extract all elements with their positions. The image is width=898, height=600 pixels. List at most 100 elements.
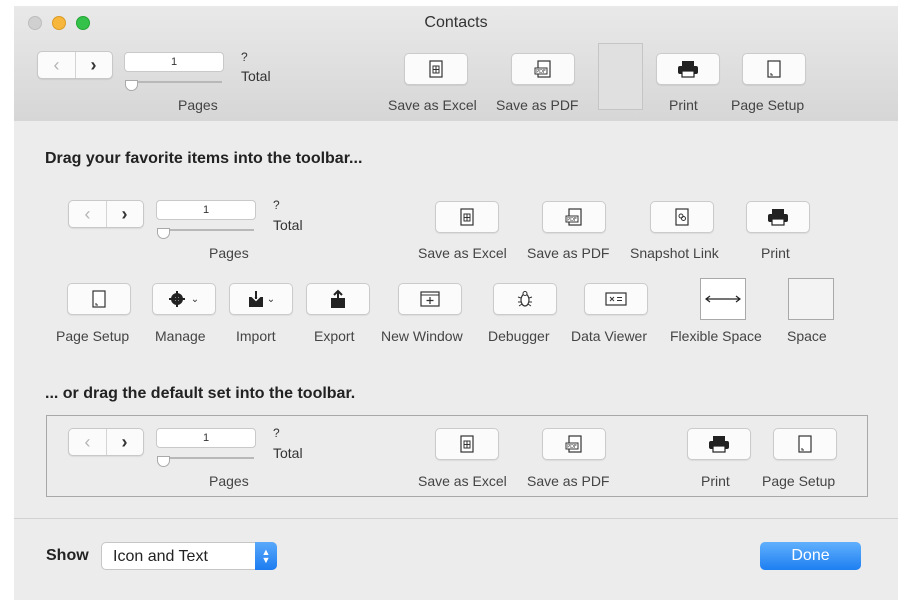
excel-document-icon [460,208,474,226]
palette-heading: Drag your favorite items into the toolba… [45,150,363,167]
next-page-button[interactable]: › [75,52,112,78]
pdf-document-icon: PDF [565,435,582,453]
chevron-down-icon: ⌄ [266,293,276,305]
palette-debugger-label: Debugger [488,328,550,344]
palette-pages-label: Pages [209,245,249,261]
page-setup-icon [798,435,812,453]
palette-print[interactable] [746,201,810,233]
data-viewer-icon [605,292,627,306]
chevron-right-icon: › [121,431,128,452]
svg-text:PDF: PDF [567,444,577,450]
print-button[interactable] [656,53,720,85]
default-page-field[interactable]: 1 [156,428,256,448]
pages-label: Pages [178,97,218,113]
default-slider-track[interactable] [158,457,254,459]
page-number-field[interactable]: 1 [124,52,224,72]
pdf-document-icon: PDF [565,208,582,226]
default-page-setup[interactable] [773,428,837,460]
palette-manage-label: Manage [155,328,206,344]
gear-icon [168,291,185,307]
palette-flexible-space[interactable] [700,278,746,320]
palette-save-as-pdf-label: Save as PDF [527,245,610,261]
select-stepper-icon[interactable]: ▲ ▼ [255,542,277,570]
default-save-as-excel[interactable] [435,428,499,460]
chevron-left-icon: ‹ [84,431,91,452]
new-window-icon [420,291,440,307]
previous-page-button[interactable]: ‹ [38,52,76,78]
palette-new-window[interactable] [398,283,462,315]
customize-sheet [14,121,898,600]
palette-total-label: Total [273,217,303,233]
palette-page-field[interactable]: 1 [156,200,256,220]
palette-next-button[interactable]: › [106,201,143,227]
window-title: Contacts [424,14,488,31]
save-as-pdf-button[interactable]: PDF [511,53,575,85]
palette-data-viewer[interactable] [584,283,648,315]
chevron-left-icon: ‹ [53,54,60,75]
excel-document-icon [429,60,443,78]
palette-snapshot-link[interactable] [650,201,714,233]
default-total-label: Total [273,445,303,461]
page-count: ? [241,50,248,64]
palette-data-viewer-label: Data Viewer [571,328,648,344]
chevron-right-icon: › [121,203,128,224]
default-save-as-pdf[interactable]: PDF [542,428,606,460]
default-set-heading: ... or drag the default set into the too… [45,385,356,402]
save-as-excel-label: Save as Excel [388,97,477,113]
palette-import-label: Import [236,328,276,344]
default-save-as-pdf-label: Save as PDF [527,473,610,489]
done-button[interactable]: Done [760,542,861,570]
default-page-count: ? [273,426,280,440]
total-label: Total [241,68,271,84]
palette-manage[interactable]: ⌄ [152,283,216,315]
page-setup-icon [92,290,106,308]
excel-document-icon [460,435,474,453]
page-slider-track[interactable] [126,81,222,83]
default-page-nav[interactable]: ‹ › [68,428,144,456]
pdf-document-icon: PDF [534,60,551,78]
printer-icon [678,61,698,78]
palette-import[interactable]: ⌄ [229,283,293,315]
palette-save-as-pdf[interactable]: PDF [542,201,606,233]
default-page-setup-label: Page Setup [762,473,836,489]
printer-icon [709,436,729,453]
printer-icon [768,209,788,226]
save-as-excel-button[interactable] [404,53,468,85]
import-icon [248,291,263,307]
page-setup-button[interactable] [742,53,806,85]
save-as-pdf-label: Save as PDF [496,97,579,113]
palette-slider-track[interactable] [158,229,254,231]
show-label: Show [46,547,89,564]
default-print[interactable] [687,428,751,460]
palette-save-as-excel[interactable] [435,201,499,233]
palette-export-label: Export [314,328,355,344]
page-setup-label: Page Setup [731,97,805,113]
palette-page-nav[interactable]: ‹ › [68,200,144,228]
palette-debugger[interactable] [493,283,557,315]
svg-text:PDF: PDF [536,69,546,75]
default-next-button[interactable]: › [106,429,143,455]
palette-print-label: Print [761,245,790,261]
palette-snapshot-link-label: Snapshot Link [630,245,719,261]
palette-space[interactable] [788,278,834,320]
default-previous-button[interactable]: ‹ [69,429,107,455]
palette-save-as-excel-label: Save as Excel [418,245,507,261]
default-print-label: Print [701,473,730,489]
palette-flexible-space-label: Flexible Space [670,328,762,344]
bug-icon [517,291,533,307]
export-icon [331,289,345,308]
palette-previous-button[interactable]: ‹ [69,201,107,227]
palette-page-setup-label: Page Setup [56,328,130,344]
toolbar-space[interactable] [598,43,643,110]
chevron-left-icon: ‹ [84,203,91,224]
chevron-down-icon: ⌄ [190,293,200,305]
show-select[interactable]: Icon and Text ▲ ▼ [101,542,277,570]
palette-new-window-label: New Window [381,328,463,344]
palette-page-setup[interactable] [67,283,131,315]
snapshot-link-icon [675,208,689,226]
page-nav-control[interactable]: ‹ › [37,51,113,79]
print-label: Print [669,97,698,113]
palette-page-count: ? [273,198,280,212]
palette-export[interactable] [306,283,370,315]
show-select-value: Icon and Text [113,548,208,565]
